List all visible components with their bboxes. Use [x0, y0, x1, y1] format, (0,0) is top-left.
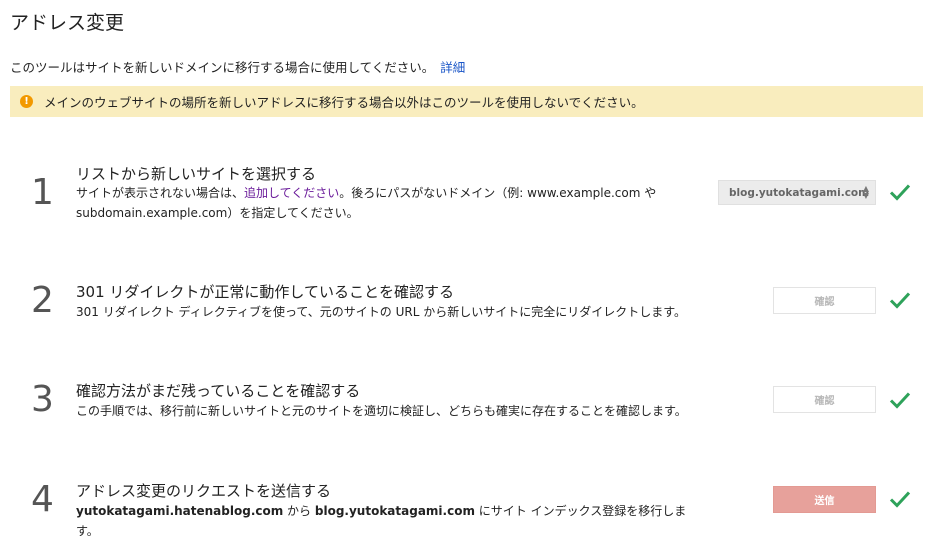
intro-text: このツールはサイトを新しいドメインに移行する場合に使用してください。 詳細 [10, 57, 465, 76]
step-number: 4 [31, 479, 54, 520]
intro-description: このツールはサイトを新しいドメインに移行する場合に使用してください。 [10, 60, 435, 75]
step-description: サイトが表示されない場合は、追加してください。後ろにパスがないドメイン（例: w… [76, 183, 696, 223]
check-icon [889, 184, 911, 201]
step-description: 301 リダイレクト ディレクティブを使って、元のサイトの URL から新しいサ… [76, 305, 687, 319]
alert-circle-icon: ! [20, 95, 33, 108]
check-icon [889, 491, 911, 508]
site-select-value: blog.yutokatagami.com [729, 186, 870, 199]
step-desc-mid: から [283, 504, 315, 518]
warning-banner: ! メインのウェブサイトの場所を新しいアドレスに移行する場合以外はこのツールを使… [10, 86, 923, 117]
target-domain: blog.yutokatagami.com [314, 504, 475, 518]
step-number: 2 [31, 280, 54, 321]
site-select-dropdown[interactable]: blog.yutokatagami.com ▲ ▼ [718, 180, 876, 205]
source-domain: yutokatagami.hatenablog.com [76, 504, 284, 518]
step-description: この手順では、移行前に新しいサイトと元のサイトを適切に検証し、どちらも確実に存在… [76, 404, 687, 418]
verify-method-button[interactable]: 確認 [773, 386, 876, 413]
verify-redirect-button[interactable]: 確認 [773, 287, 876, 314]
step-number: 1 [31, 172, 54, 213]
check-icon [889, 292, 911, 309]
step-desc-pre: サイトが表示されない場合は、 [76, 186, 245, 200]
page-title: アドレス変更 [10, 12, 125, 34]
add-site-link[interactable]: 追加してください [244, 186, 339, 200]
check-icon [889, 392, 911, 409]
step-title: リストから新しいサイトを選択する [76, 165, 317, 183]
step-title: 確認方法がまだ残っていることを確認する [76, 382, 361, 400]
step-title: 301 リダイレクトが正常に動作していることを確認する [76, 283, 454, 301]
step-title: アドレス変更のリクエストを送信する [76, 482, 332, 500]
warning-text: メインのウェブサイトの場所を新しいアドレスに移行する場合以外はこのツールを使用し… [44, 95, 644, 110]
step-description: yutokatagami.hatenablog.com から blog.yuto… [76, 501, 696, 541]
step-number: 3 [31, 379, 54, 420]
details-link[interactable]: 詳細 [440, 60, 465, 75]
sort-arrows-icon: ▲ ▼ [862, 184, 869, 200]
submit-button[interactable]: 送信 [773, 486, 876, 513]
